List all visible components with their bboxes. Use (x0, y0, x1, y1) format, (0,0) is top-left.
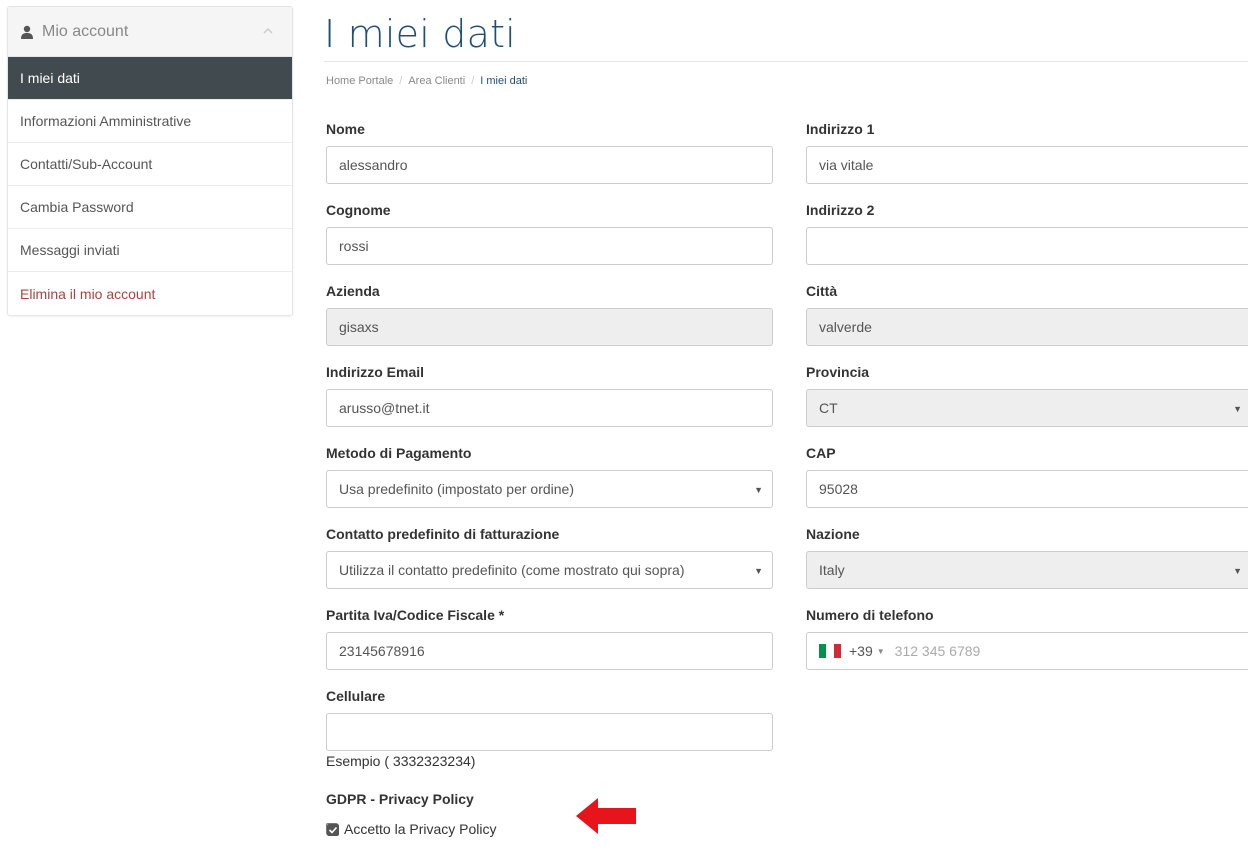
metodo-pagamento-label: Metodo di Pagamento (326, 445, 472, 461)
breadcrumb-separator: / (471, 75, 475, 87)
telefono-input[interactable]: +39 ▼ 312 345 6789 (806, 632, 1248, 670)
sidebar-item-elimina-account[interactable]: Elimina il mio account (8, 272, 292, 315)
privacy-policy-checkbox[interactable] (326, 823, 339, 836)
sidebar-item-contatti[interactable]: Contatti/Sub-Account (8, 143, 292, 186)
cap-input[interactable]: 95028 (806, 470, 1248, 508)
sidebar-item-label: Elimina il mio account (20, 285, 156, 302)
provincia-label: Provincia (806, 364, 870, 380)
dial-code-caret-icon[interactable]: ▼ (877, 647, 885, 656)
citta-input: valverde (806, 308, 1248, 346)
sidebar-item-label: Informazioni Amministrative (20, 113, 192, 129)
email-label: Indirizzo Email (326, 364, 425, 380)
dropdown-caret-icon: ▼ (1233, 404, 1242, 414)
cognome-label: Cognome (326, 202, 391, 218)
indirizzo1-input[interactable]: via vitale (806, 146, 1248, 184)
azienda-value: gisaxs (339, 319, 379, 335)
nazione-label: Nazione (806, 526, 860, 542)
nome-label: Nome (326, 121, 365, 137)
title-divider (324, 61, 1248, 62)
contatto-fatturazione-label: Contatto predefinito di fatturazione (326, 526, 560, 542)
provincia-value: CT (819, 400, 838, 416)
red-arrow-annotation-icon (576, 798, 636, 834)
gdpr-label: GDPR - Privacy Policy (326, 791, 474, 807)
breadcrumb-separator: / (399, 75, 403, 87)
telefono-label: Numero di telefono (806, 607, 934, 623)
partita-iva-input[interactable]: 23145678916 (326, 632, 773, 670)
dropdown-caret-icon: ▼ (754, 485, 763, 495)
contatto-fatturazione-value: Utilizza il contatto predefinito (come m… (339, 562, 685, 578)
breadcrumb-current: I miei dati (480, 75, 528, 87)
dropdown-caret-icon: ▼ (1233, 566, 1242, 576)
breadcrumb-home-link[interactable]: Home Portale (326, 75, 393, 87)
cap-value: 95028 (819, 481, 858, 497)
citta-value: valverde (819, 319, 872, 335)
indirizzo2-input[interactable] (806, 227, 1248, 265)
sidebar-item-label: Contatti/Sub-Account (20, 156, 153, 172)
azienda-label: Azienda (326, 283, 380, 299)
cognome-value: rossi (339, 238, 369, 254)
nazione-value: Italy (819, 562, 845, 578)
sidebar-title: Mio account (42, 22, 129, 40)
cognome-input[interactable]: rossi (326, 227, 773, 265)
cellulare-label: Cellulare (326, 688, 386, 704)
sidebar-item-label: Cambia Password (20, 199, 134, 215)
nazione-select: Italy ▼ (806, 551, 1248, 589)
partita-iva-value: 23145678916 (339, 643, 425, 659)
azienda-input: gisaxs (326, 308, 773, 346)
cap-label: CAP (806, 445, 836, 461)
indirizzo2-label: Indirizzo 2 (806, 202, 875, 218)
breadcrumb: Home Portale / Area Clienti / I miei dat… (326, 75, 527, 87)
sidebar-item-label: Messaggi inviati (20, 242, 120, 258)
sidebar-item-label: I miei dati (20, 70, 80, 86)
email-value: arusso@tnet.it (339, 400, 430, 416)
sidebar-item-informazioni-amministrative[interactable]: Informazioni Amministrative (8, 100, 292, 143)
partita-iva-label: Partita Iva/Codice Fiscale * (326, 607, 505, 623)
privacy-policy-checkbox-label[interactable]: Accetto la Privacy Policy (344, 821, 497, 837)
metodo-pagamento-select[interactable]: Usa predefinito (impostato per ordine) ▼ (326, 470, 773, 508)
contatto-fatturazione-select[interactable]: Utilizza il contatto predefinito (come m… (326, 551, 773, 589)
breadcrumb-area-clienti-link[interactable]: Area Clienti (408, 75, 465, 87)
sidebar-item-i-miei-dati[interactable]: I miei dati (8, 57, 292, 100)
indirizzo1-label: Indirizzo 1 (806, 121, 875, 137)
checkmark-icon (327, 824, 339, 836)
account-sidebar: Mio account I miei dati Informazioni Amm… (7, 6, 293, 316)
sidebar-header[interactable]: Mio account (8, 7, 292, 57)
metodo-pagamento-value: Usa predefinito (impostato per ordine) (339, 481, 575, 497)
email-input[interactable]: arusso@tnet.it (326, 389, 773, 427)
nome-input[interactable]: alessandro (326, 146, 773, 184)
nome-value: alessandro (339, 157, 408, 173)
telefono-placeholder: 312 345 6789 (894, 643, 981, 659)
sidebar-item-messaggi-inviati[interactable]: Messaggi inviati (8, 229, 292, 272)
chevron-up-icon[interactable] (262, 25, 274, 37)
page-title: I miei dati (324, 12, 516, 56)
dial-code[interactable]: +39 (849, 643, 873, 659)
indirizzo1-value: via vitale (819, 157, 874, 173)
citta-label: Città (806, 283, 838, 299)
italy-flag-icon[interactable] (819, 644, 841, 658)
cellulare-input[interactable] (326, 713, 773, 751)
provincia-select: CT ▼ (806, 389, 1248, 427)
user-icon (21, 25, 33, 39)
cellulare-hint: Esempio ( 3332323234) (326, 753, 476, 769)
dropdown-caret-icon: ▼ (751, 566, 763, 576)
privacy-policy-checkbox-row[interactable]: Accetto la Privacy Policy (326, 821, 497, 837)
sidebar-item-cambia-password[interactable]: Cambia Password (8, 186, 292, 229)
